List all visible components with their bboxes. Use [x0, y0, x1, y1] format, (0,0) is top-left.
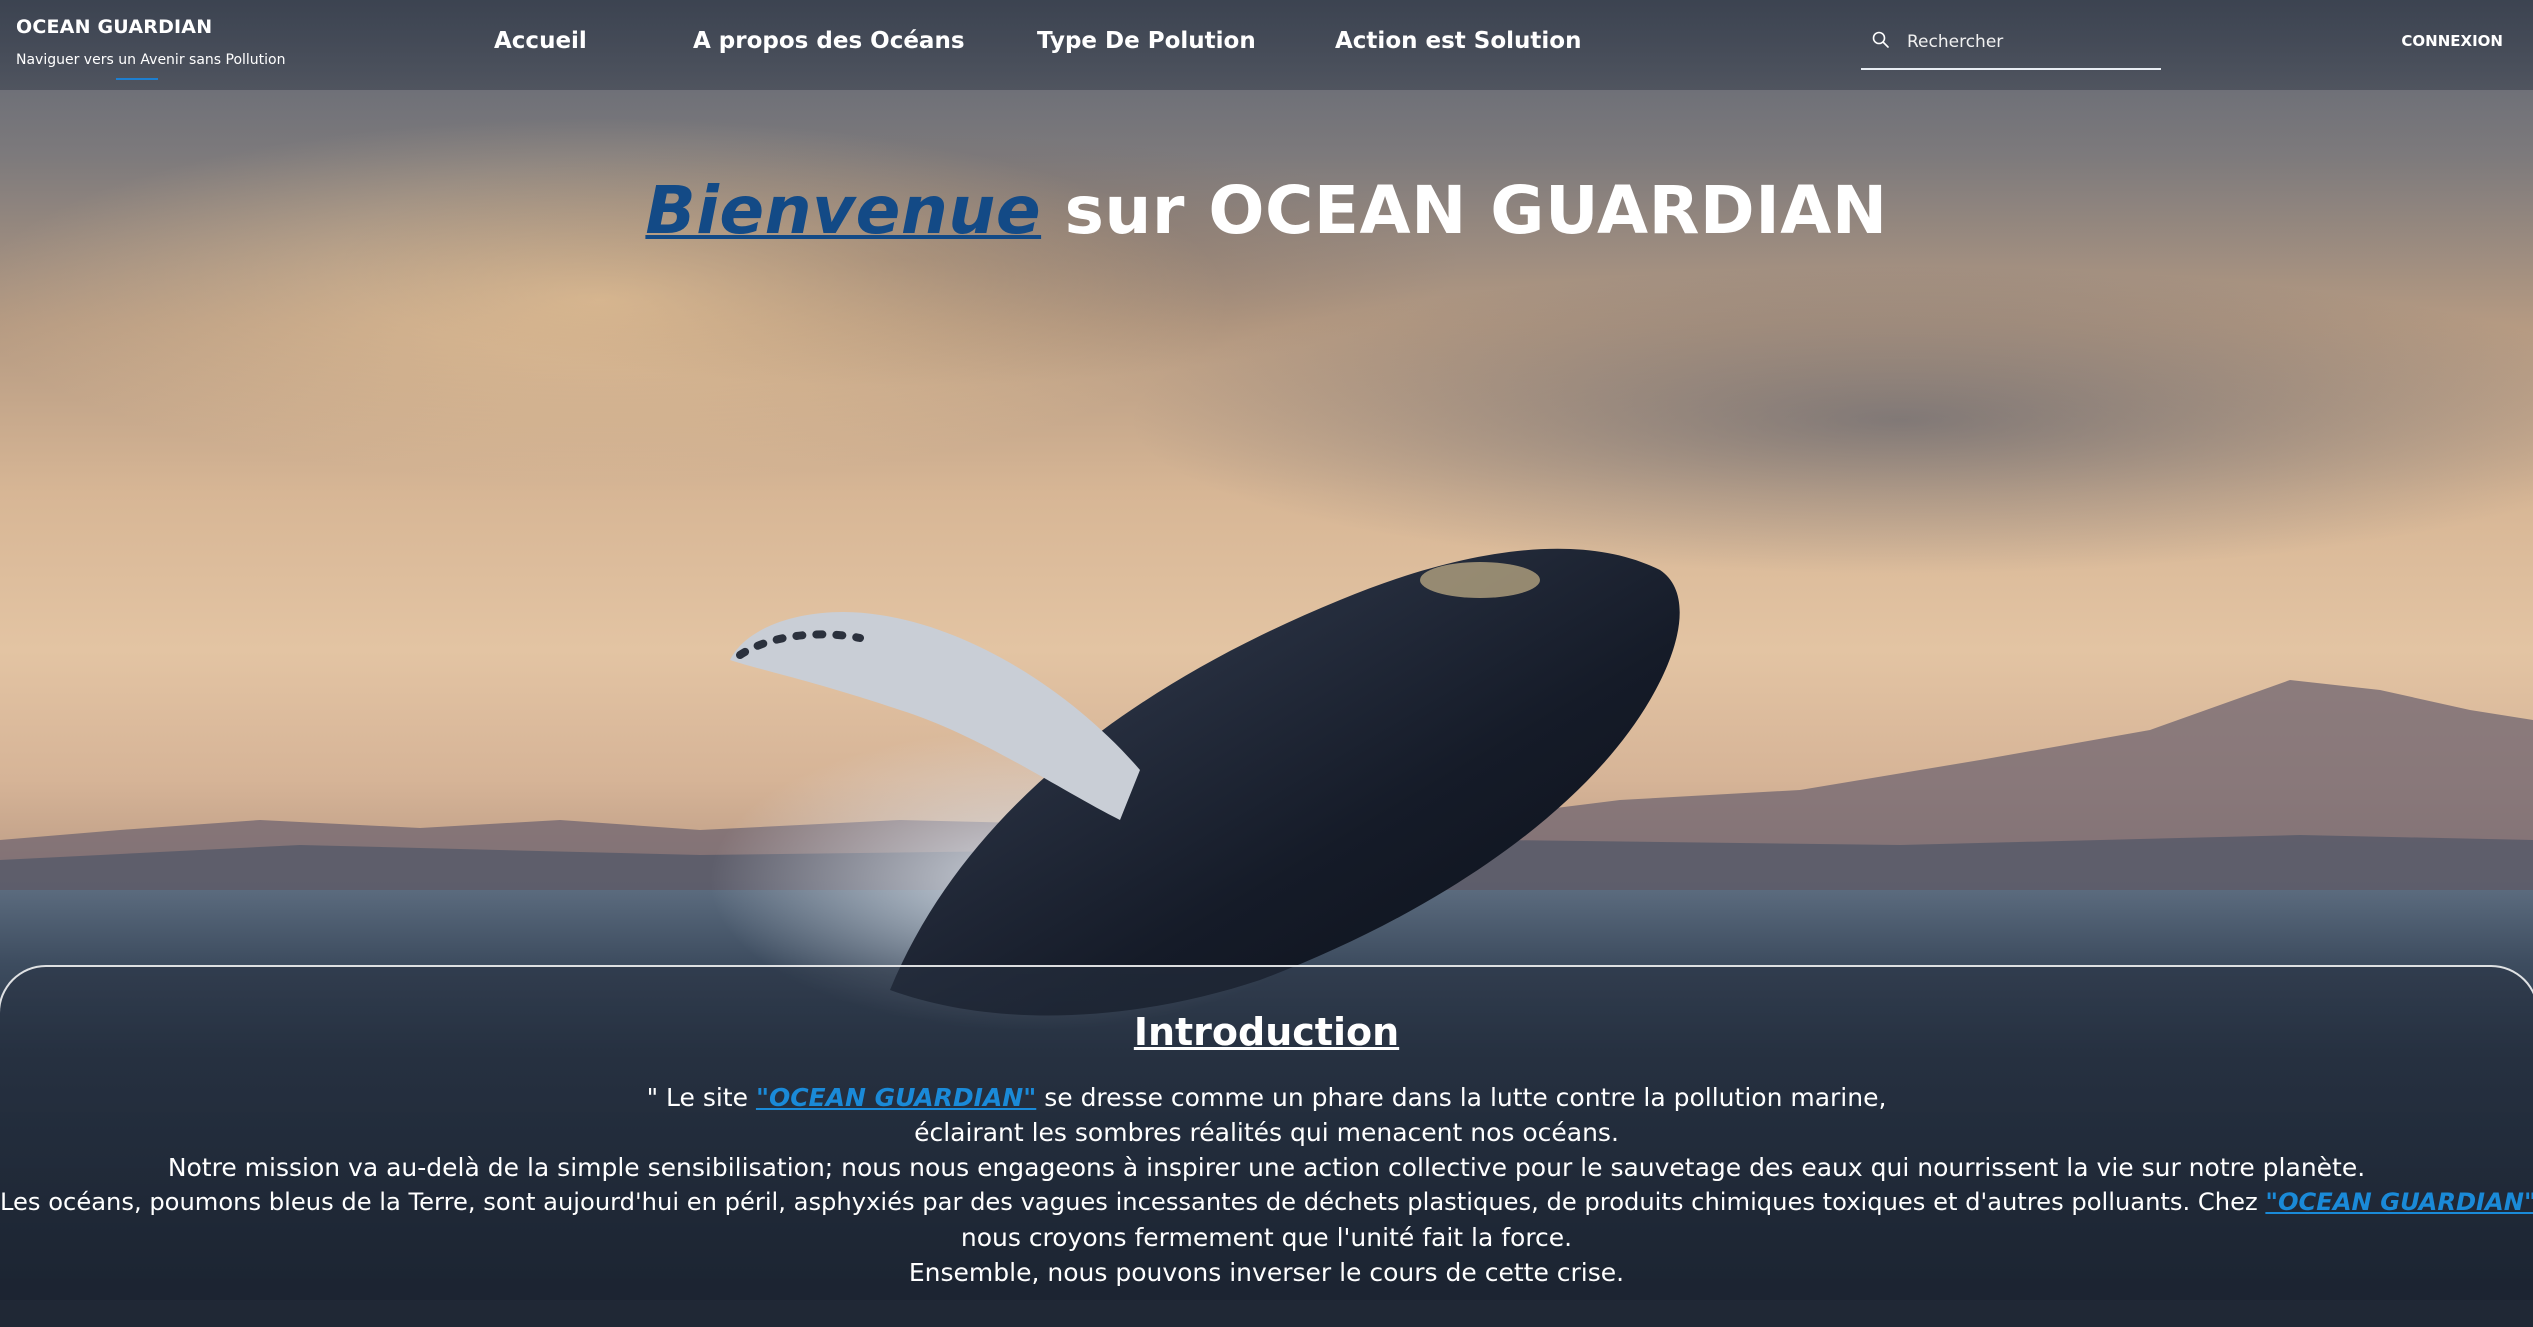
site-logo-title[interactable]: OCEAN GUARDIAN — [16, 16, 212, 38]
top-navigation-bar: OCEAN GUARDIAN Naviguer vers un Avenir s… — [0, 0, 2533, 86]
search-box — [1861, 20, 2161, 70]
login-button[interactable]: CONNEXION — [2401, 32, 2503, 50]
intro-line-3: Notre mission va au-delà de la simple se… — [167, 1153, 2366, 1182]
whale-illustration — [710, 548, 1680, 1030]
intro-line-1: " Le site "OCEAN GUARDIAN" se dresse com… — [0, 1080, 2533, 1115]
intro-paragraph: " Le site "OCEAN GUARDIAN" se dresse com… — [0, 1080, 2533, 1290]
intro-line-4: Les océans, poumons bleus de la Terre, s… — [0, 1185, 2533, 1220]
intro-text-fragment: " Le site — [646, 1083, 756, 1112]
nav-link-accueil[interactable]: Accueil — [494, 28, 587, 54]
hero-title-accent: Bienvenue — [645, 172, 1042, 249]
intro-line-5: nous croyons fermement que l'unité fait … — [960, 1223, 1573, 1252]
intro-line-2: éclairant les sombres réalités qui menac… — [914, 1118, 1619, 1147]
intro-text-fragment: se dresse comme un phare dans la lutte c… — [1036, 1083, 1887, 1112]
nav-link-type-de-polution[interactable]: Type De Polution — [1037, 28, 1256, 54]
intro-line-6: Ensemble, nous pouvons inverser le cours… — [908, 1258, 1625, 1287]
site-tagline: Naviguer vers un Avenir sans Pollution — [16, 52, 286, 68]
intro-text-fragment: Les océans, poumons bleus de la Terre, s… — [0, 1188, 2266, 1216]
hero-title-rest: sur OCEAN GUARDIAN — [1041, 172, 1888, 249]
ocean-guardian-link[interactable]: "OCEAN GUARDIAN" — [756, 1083, 1036, 1112]
ocean-guardian-link[interactable]: "OCEAN GUARDIAN" — [2265, 1188, 2533, 1216]
nav-link-action-est-solution[interactable]: Action est Solution — [1335, 28, 1581, 54]
tagline-underline — [116, 78, 158, 80]
intro-heading: Introduction — [1133, 1010, 1400, 1054]
hero-title: Bienvenue sur OCEAN GUARDIAN — [0, 172, 2533, 249]
search-icon[interactable] — [1871, 30, 1891, 50]
nav-link-a-propos[interactable]: A propos des Océans — [693, 28, 965, 54]
search-input[interactable] — [1905, 26, 2159, 58]
